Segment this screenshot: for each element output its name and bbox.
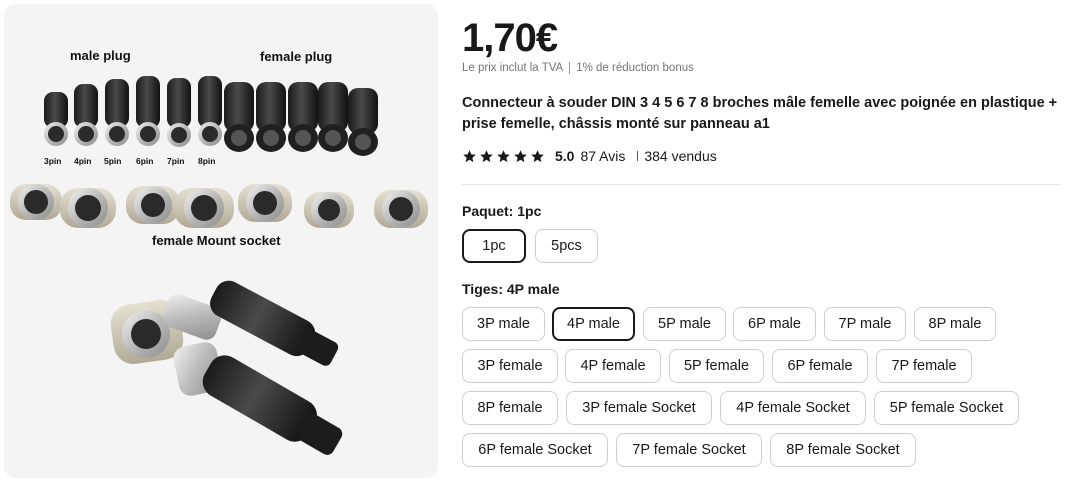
pin-label: 4pin [74, 156, 91, 166]
star-icon [480, 149, 493, 162]
star-icon [463, 149, 476, 162]
stem-option[interactable]: 8P female Socket [770, 433, 916, 467]
female-plugs [224, 82, 378, 156]
stem-option[interactable]: 7P female [876, 349, 972, 383]
star-icon [497, 149, 510, 162]
discount-note: 1% de réduction bonus [576, 62, 694, 74]
stem-option[interactable]: 8P male [914, 307, 996, 341]
stem-option[interactable]: 4P female Socket [720, 391, 866, 425]
connector-photo: male plug female plug female Mount socke… [10, 48, 428, 455]
tax-note: Le prix inclut la TVA [462, 62, 564, 74]
stem-option[interactable]: 6P male [733, 307, 816, 341]
stem-option[interactable]: 3P female [462, 349, 558, 383]
stem-option[interactable]: 5P male [643, 307, 726, 341]
stem-option-selected[interactable]: 4P male [552, 307, 635, 341]
star-icon [531, 149, 544, 162]
reviews-link[interactable]: 87 Avis [580, 148, 625, 164]
package-label: Paquet: 1pc [462, 203, 542, 219]
assembly-closeup [110, 280, 343, 455]
star-rating [462, 149, 547, 164]
stem-option[interactable]: 3P female Socket [566, 391, 712, 425]
image-label-female-plug: female plug [260, 49, 332, 64]
male-plugs [44, 76, 222, 147]
mount-sockets [10, 184, 428, 228]
sold-count: 384 vendus [644, 148, 717, 164]
stem-option[interactable]: 3P male [462, 307, 545, 341]
package-option-1pc[interactable]: 1pc [462, 229, 526, 263]
stem-option[interactable]: 7P female Socket [616, 433, 762, 467]
stem-option[interactable]: 6P female [772, 349, 868, 383]
product-price: 1,70€ [462, 16, 558, 60]
image-label-mount-socket: female Mount socket [152, 233, 281, 248]
divider [569, 62, 571, 74]
stem-option[interactable]: 6P female Socket [462, 433, 608, 467]
pin-label: 3pin [44, 156, 61, 166]
image-label-male-plug: male plug [70, 48, 131, 63]
stem-option[interactable]: 5P female [669, 349, 764, 383]
pin-label: 6pin [136, 156, 153, 166]
star-icon [514, 149, 527, 162]
product-title: Connecteur à souder DIN 3 4 5 6 7 8 broc… [462, 95, 1058, 132]
section-divider [462, 184, 1060, 185]
pin-label: 5pin [104, 156, 121, 166]
pin-label: 7pin [167, 156, 184, 166]
stem-option[interactable]: 8P female [462, 391, 558, 425]
stems-label: Tiges: 4P male [462, 281, 560, 297]
package-option-5pcs[interactable]: 5pcs [535, 229, 598, 263]
pin-label: 8pin [198, 156, 215, 166]
stem-option[interactable]: 7P male [824, 307, 906, 341]
stem-option[interactable]: 4P female [565, 349, 661, 383]
rating-row[interactable]: 5.0 87 Avis 384 vendus [462, 148, 717, 164]
divider [637, 151, 639, 161]
tax-row: Le prix inclut la TVA 1% de réduction bo… [462, 62, 694, 74]
rating-value: 5.0 [555, 148, 575, 164]
stem-option[interactable]: 5P female Socket [874, 391, 1019, 425]
product-image[interactable]: male plug female plug female Mount socke… [4, 4, 438, 478]
